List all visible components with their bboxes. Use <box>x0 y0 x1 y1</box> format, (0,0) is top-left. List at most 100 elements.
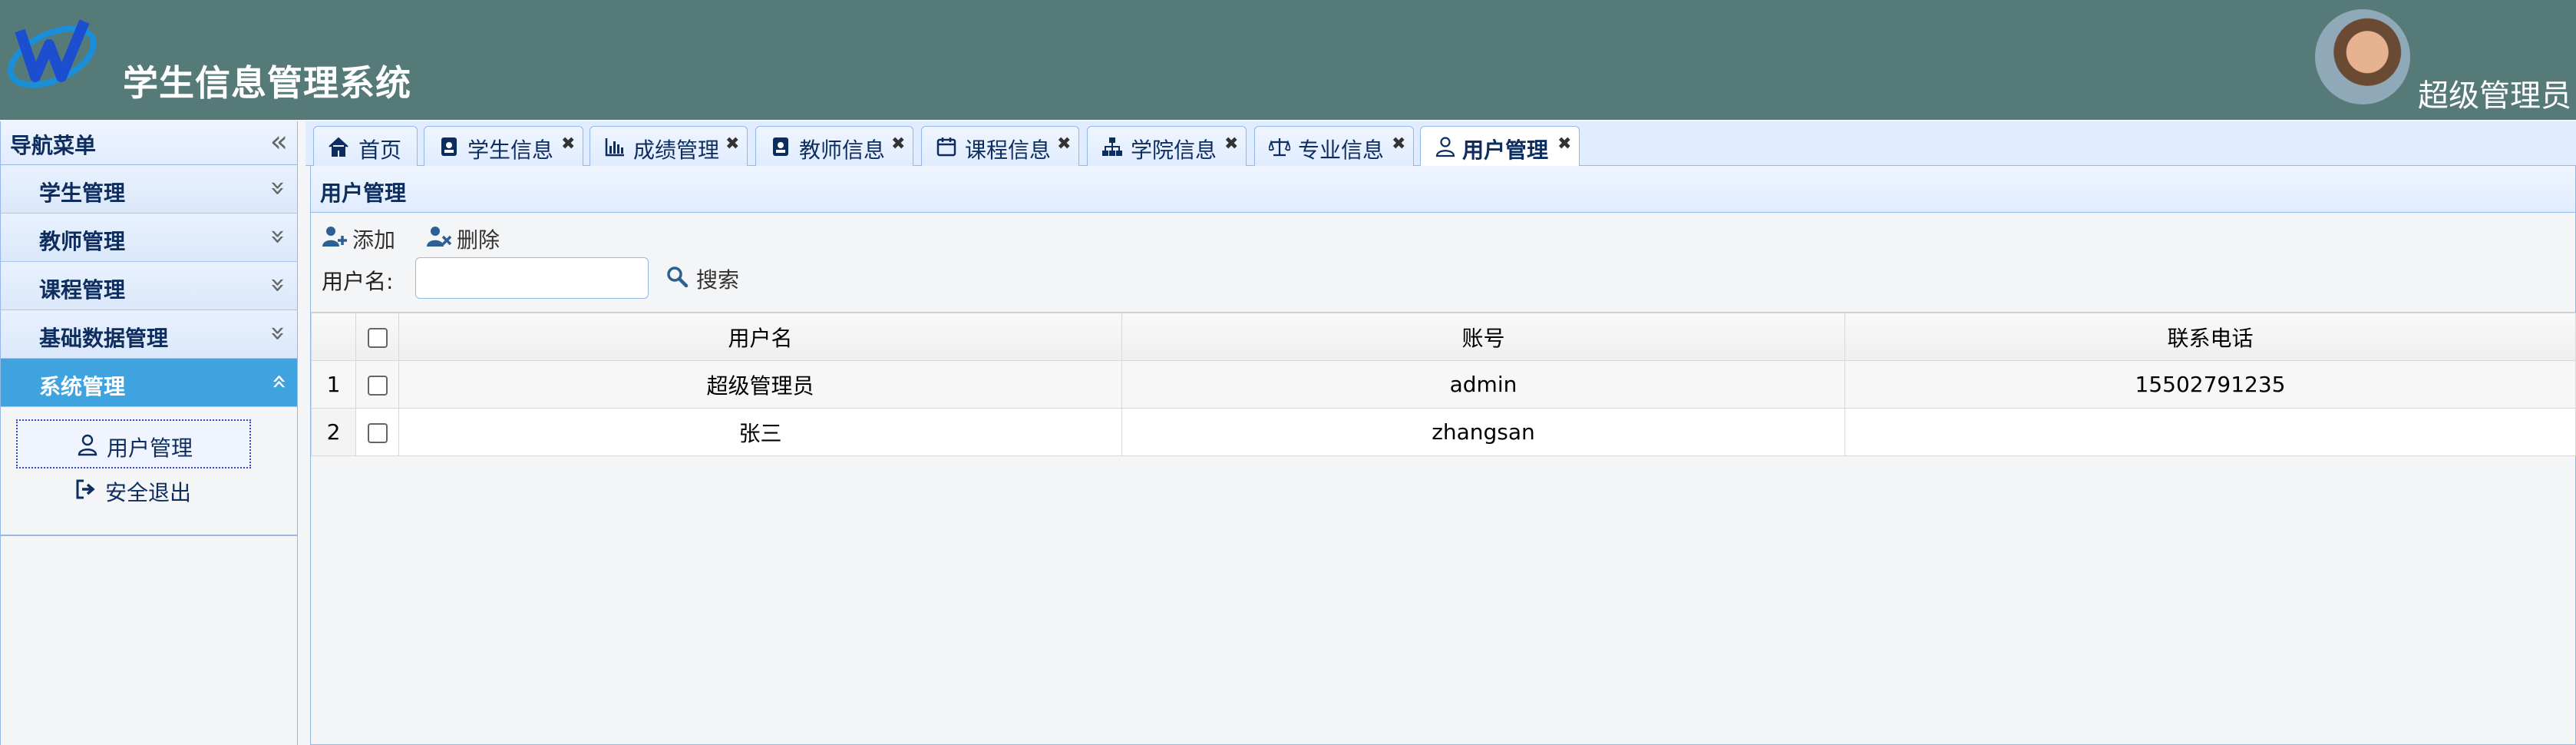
cell-username: 张三 <box>398 408 1122 456</box>
id-badge-icon <box>441 137 457 156</box>
tab-bar: 首页 学生信息 ✖ 成绩管理 ✖ 教师信息 ✖ 课程信息 ✖ 学院信息 ✖ 专业… <box>305 121 2576 167</box>
sidebar-section-teacher[interactable]: 教师管理 » <box>1 214 297 262</box>
add-button[interactable]: 添加 <box>322 222 398 253</box>
sidebar-title: 导航菜单 <box>10 133 97 158</box>
sidebar-section-course[interactable]: 课程管理 » <box>1 262 297 310</box>
column-header-phone[interactable]: 联系电话 <box>1844 313 2576 361</box>
row-checkbox[interactable] <box>367 423 388 443</box>
search-button[interactable]: 搜索 <box>665 262 750 293</box>
balance-scale-icon <box>1269 138 1290 157</box>
sidebar-section-label: 系统管理 <box>39 374 126 399</box>
user-table: 用户名 账号 联系电话 1 超级管理员 admin 15502791235 2 … <box>311 312 2576 456</box>
search-button-label: 搜索 <box>696 267 740 293</box>
row-checkbox[interactable] <box>367 376 388 396</box>
sidebar-section-label: 基础数据管理 <box>39 326 169 351</box>
tab-close-icon[interactable]: ✖ <box>891 134 905 154</box>
toolbar: 添加 删除 用户名: 搜索 <box>311 213 2575 299</box>
sidebar-section-label: 课程管理 <box>39 277 126 303</box>
tab-label: 学院信息 <box>1131 137 1217 163</box>
chevron-up-icon[interactable]: » <box>263 374 294 390</box>
tab-home[interactable]: 首页 <box>313 126 418 166</box>
row-number: 1 <box>311 360 356 409</box>
chevron-down-icon[interactable]: » <box>263 180 294 197</box>
add-button-label: 添加 <box>352 227 396 253</box>
user-plus-icon <box>322 227 347 247</box>
app-title: 学生信息管理系统 <box>123 62 411 104</box>
sidebar-item-label: 用户管理 <box>107 435 193 461</box>
sidebar-item-logout[interactable]: 安全退出 <box>16 465 251 515</box>
tab-major-info[interactable]: 专业信息 ✖ <box>1254 126 1414 166</box>
row-number: 2 <box>311 408 356 456</box>
tab-close-icon[interactable]: ✖ <box>561 134 575 154</box>
row-number-header <box>311 313 356 361</box>
cell-account: admin <box>1121 360 1845 409</box>
user-icon <box>1435 137 1455 157</box>
chevron-down-icon[interactable]: » <box>263 277 294 293</box>
tab-grade-management[interactable]: 成绩管理 ✖ <box>590 126 748 166</box>
sidebar-section-student[interactable]: 学生管理 » <box>1 165 297 214</box>
username-search-input[interactable] <box>415 257 649 299</box>
collapse-sidebar-icon[interactable]: « <box>270 124 288 158</box>
app-header: 学生信息管理系统 超级管理员 <box>0 0 2576 120</box>
tab-student-info[interactable]: 学生信息 ✖ <box>424 126 583 166</box>
column-header-account[interactable]: 账号 <box>1121 313 1845 361</box>
panel-title: 用户管理 <box>320 180 407 206</box>
cell-username: 超级管理员 <box>398 360 1122 409</box>
avatar[interactable] <box>2315 9 2410 104</box>
table-row[interactable]: 1 超级管理员 admin 15502791235 <box>311 360 2576 409</box>
sign-out-icon <box>76 479 95 499</box>
home-icon <box>329 137 348 157</box>
tab-close-icon[interactable]: ✖ <box>1224 134 1238 154</box>
sidebar-section-system[interactable]: 系统管理 » <box>1 359 297 407</box>
tab-label: 专业信息 <box>1298 137 1385 163</box>
sidebar-item-user-management[interactable]: 用户管理 <box>16 419 251 469</box>
tab-label: 教师信息 <box>799 137 886 163</box>
tab-teacher-info[interactable]: 教师信息 ✖ <box>755 126 913 166</box>
user-times-icon <box>427 227 452 247</box>
bar-chart-icon <box>605 138 624 157</box>
current-user-name[interactable]: 超级管理员 <box>2418 71 2571 115</box>
sidebar-section-label: 学生管理 <box>39 180 126 206</box>
tab-college-info[interactable]: 学院信息 ✖ <box>1087 126 1247 166</box>
tab-close-icon[interactable]: ✖ <box>1057 134 1071 154</box>
sidebar-section-label: 教师管理 <box>39 229 126 254</box>
tab-course-info[interactable]: 课程信息 ✖ <box>921 126 1079 166</box>
tab-label: 成绩管理 <box>633 137 720 163</box>
cell-account: zhangsan <box>1121 408 1845 456</box>
select-all-checkbox[interactable] <box>367 328 388 348</box>
calendar-icon <box>936 137 956 157</box>
system-section-body: 用户管理 安全退出 <box>1 407 297 536</box>
tab-label: 课程信息 <box>965 137 1052 163</box>
tab-close-icon[interactable]: ✖ <box>725 134 739 154</box>
table-row[interactable]: 2 张三 zhangsan <box>311 408 2576 456</box>
table-header-row: 用户名 账号 联系电话 <box>311 313 2576 361</box>
search-icon <box>667 267 689 288</box>
app-logo <box>7 19 97 88</box>
cell-phone: 15502791235 <box>1844 360 2576 409</box>
row-select-cell <box>355 408 399 456</box>
user-icon <box>78 434 97 456</box>
delete-button-label: 删除 <box>457 227 500 253</box>
tab-close-icon[interactable]: ✖ <box>1392 134 1405 154</box>
select-all-cell <box>355 313 399 361</box>
tab-user-management[interactable]: 用户管理 ✖ <box>1420 126 1580 167</box>
sidebar: 导航菜单 « 学生管理 » 教师管理 » 课程管理 » 基础数据管理 » 系统管… <box>0 121 298 745</box>
search-label: 用户名: <box>322 269 394 294</box>
sidebar-item-label: 安全退出 <box>105 480 192 505</box>
cell-phone <box>1844 408 2576 456</box>
chevron-down-icon[interactable]: » <box>263 326 294 342</box>
row-select-cell <box>355 360 399 409</box>
tab-label: 学生信息 <box>467 137 554 163</box>
column-header-username[interactable]: 用户名 <box>398 313 1122 361</box>
tab-label: 首页 <box>358 137 402 163</box>
sidebar-section-basic-data[interactable]: 基础数据管理 » <box>1 310 297 359</box>
id-badge-icon <box>773 137 788 156</box>
chevron-down-icon[interactable]: » <box>263 229 294 245</box>
delete-button[interactable]: 删除 <box>426 222 503 253</box>
tab-label: 用户管理 <box>1462 137 1549 163</box>
sidebar-header: 导航菜单 « <box>1 121 297 165</box>
tab-close-icon[interactable]: ✖ <box>1557 134 1571 154</box>
sitemap-icon <box>1102 137 1122 156</box>
user-management-panel: 用户管理 添加 删除 用户名: 搜索 用户名 账号 联系电话 1 超级管理员 a… <box>310 166 2576 745</box>
panel-header: 用户管理 <box>311 166 2575 213</box>
